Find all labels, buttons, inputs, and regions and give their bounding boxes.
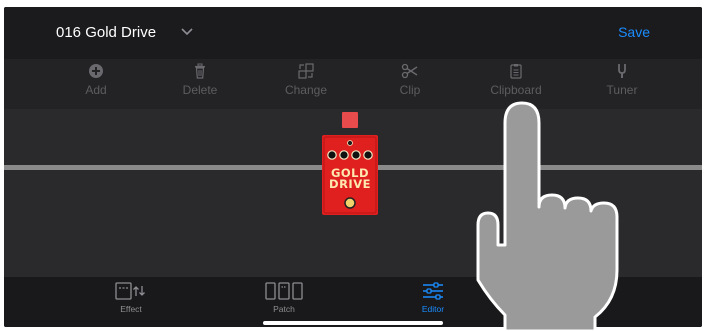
pedal-name: GOLD DRIVE <box>329 166 371 191</box>
clip-label: Clip <box>399 83 421 97</box>
plus-circle-icon <box>89 64 103 78</box>
change-label: Change <box>284 83 328 97</box>
sliders-icon <box>423 282 443 300</box>
chevron-down-icon[interactable] <box>180 26 194 38</box>
tab-effect-label: Effect <box>120 304 142 314</box>
tab-effect[interactable]: Effect <box>91 281 171 314</box>
pointing-hand-icon <box>476 101 619 331</box>
clipboard-icon <box>510 64 522 79</box>
add-button[interactable]: Add <box>56 63 136 97</box>
save-button[interactable]: Save <box>618 24 650 40</box>
tuning-fork-icon <box>618 64 626 78</box>
add-label: Add <box>85 83 107 97</box>
gold-drive-pedal[interactable]: GOLD DRIVE <box>322 135 378 215</box>
delete-label: Delete <box>182 83 218 97</box>
scissors-icon <box>401 63 418 79</box>
delete-button[interactable]: Delete <box>160 63 240 97</box>
tab-patch-label: Patch <box>273 304 295 314</box>
swap-icon <box>298 63 314 79</box>
patch-icon <box>265 282 303 300</box>
change-button[interactable]: Change <box>266 63 346 97</box>
selected-effect-marker[interactable] <box>342 112 358 128</box>
clip-button[interactable]: Clip <box>370 63 450 97</box>
home-indicator <box>263 321 443 325</box>
top-bar: 016 Gold Drive Save <box>4 7 702 59</box>
clipboard-button[interactable]: Clipboard <box>476 63 556 97</box>
patch-name[interactable]: 016 Gold Drive <box>56 24 156 41</box>
tuner-button[interactable]: Tuner <box>582 63 662 97</box>
tab-patch[interactable]: Patch <box>244 281 324 314</box>
trash-icon <box>195 63 205 79</box>
tab-editor-label: Editor <box>421 304 445 314</box>
effect-icon <box>115 282 145 300</box>
